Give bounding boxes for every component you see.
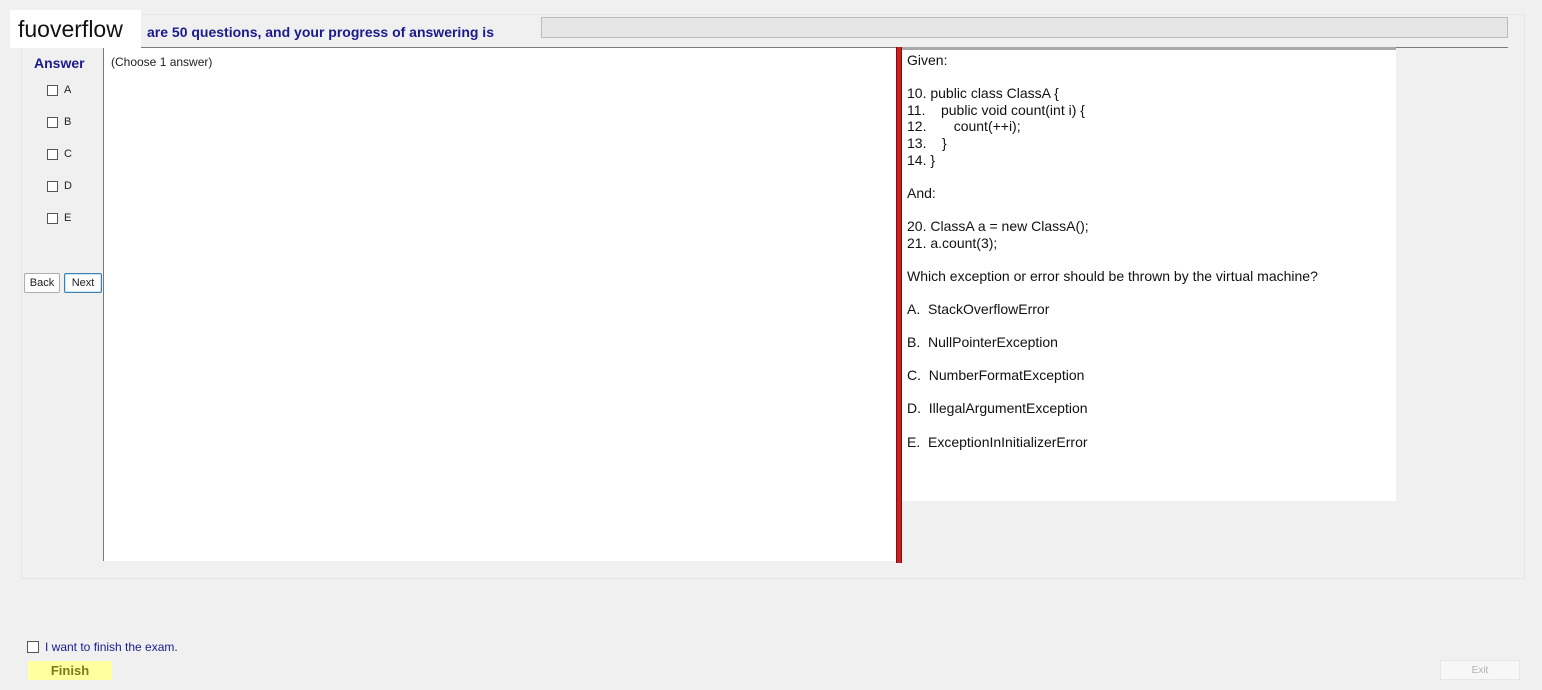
question-line: And:: [907, 184, 936, 201]
question-line: [907, 384, 1396, 401]
option-a-label: A: [64, 84, 72, 96]
question-line: [907, 417, 1396, 434]
option-e-label: E: [64, 212, 72, 224]
option-e-checkbox[interactable]: [47, 212, 58, 224]
next-button[interactable]: Next: [64, 273, 102, 293]
option-e[interactable]: E: [47, 212, 71, 224]
question-text-box: Given: 10. public class ClassA {11. publi…: [902, 47, 1396, 501]
option-d-checkbox[interactable]: [47, 180, 58, 192]
question-line: A. StackOverflowError: [907, 300, 1050, 317]
question-line: 13. }: [907, 134, 947, 151]
question-line: [907, 251, 1396, 268]
option-c[interactable]: C: [47, 148, 72, 160]
option-a[interactable]: A: [47, 84, 71, 96]
question-line: 10. public class ClassA {: [907, 85, 1059, 102]
finish-confirm-row[interactable]: I want to finish the exam.: [27, 640, 178, 654]
option-b-label: B: [64, 116, 72, 128]
question-line: Given:: [907, 52, 948, 68]
question-line: Which exception or error should be throw…: [907, 267, 1318, 284]
question-line: D. IllegalArgumentException: [907, 400, 1088, 417]
back-button[interactable]: Back: [24, 273, 60, 293]
question-line: [907, 69, 1396, 86]
question-line: 11. public void count(int i) {: [907, 101, 1085, 118]
exit-button[interactable]: Exit: [1440, 660, 1520, 680]
option-c-checkbox[interactable]: [47, 148, 58, 160]
finish-confirm-checkbox[interactable]: [27, 641, 39, 653]
progress-bar: [541, 17, 1508, 38]
question-line: [907, 284, 1396, 301]
question-line: B. NullPointerException: [907, 334, 1058, 351]
question-line: E. ExceptionInInitializerError: [907, 433, 1088, 450]
option-a-checkbox[interactable]: [47, 84, 58, 96]
finish-button[interactable]: Finish: [28, 661, 112, 680]
question-line: [907, 318, 1396, 335]
option-b-checkbox[interactable]: [47, 116, 58, 128]
finish-confirm-label[interactable]: I want to finish the exam.: [45, 640, 178, 654]
answer-hint: (Choose 1 answer): [111, 55, 213, 69]
option-b[interactable]: B: [47, 116, 71, 128]
question-line: [907, 168, 1396, 185]
question-line: 14. }: [907, 151, 936, 168]
progress-label: are 50 questions, and your progress of a…: [147, 24, 494, 40]
answer-title: Answer: [34, 55, 85, 71]
question-line: 12. count(++i);: [907, 118, 1021, 135]
question-line: 20. ClassA a = new ClassA();: [907, 217, 1089, 234]
question-line: 21. a.count(3);: [907, 234, 998, 251]
answer-text-area[interactable]: (Choose 1 answer): [103, 47, 896, 561]
question-line: C. NumberFormatException: [907, 367, 1085, 384]
option-d[interactable]: D: [47, 180, 72, 192]
question-line: [907, 351, 1396, 368]
watermark-label: fuoverflow: [10, 10, 141, 48]
option-d-label: D: [64, 180, 72, 192]
question-line: [907, 201, 1396, 218]
option-c-label: C: [64, 148, 72, 160]
